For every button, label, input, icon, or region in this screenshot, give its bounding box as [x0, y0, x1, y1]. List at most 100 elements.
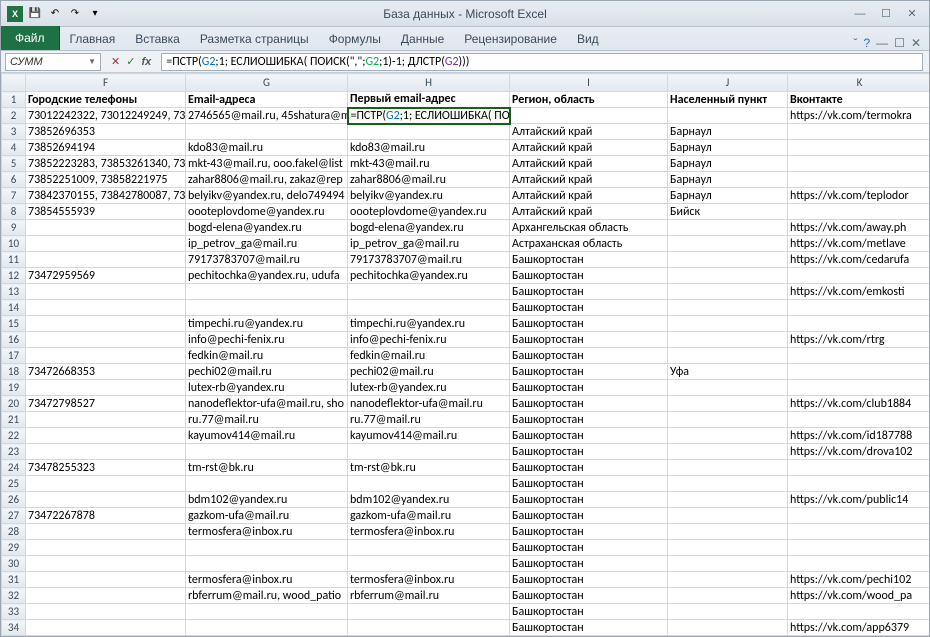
cell-J21[interactable] — [668, 412, 788, 428]
cell-G27[interactable]: gazkom-ufa@mail.ru — [186, 508, 348, 524]
header-cell-F[interactable]: Городские телефоны — [26, 92, 186, 108]
cell-I29[interactable]: Башкортостан — [510, 540, 668, 556]
ribbon-tab-0[interactable]: Главная — [60, 28, 126, 50]
cell-J13[interactable] — [668, 284, 788, 300]
cell-J23[interactable] — [668, 444, 788, 460]
row-header-31[interactable]: 31 — [2, 572, 26, 588]
cell-K31[interactable]: https://vk.com/pechi102 — [788, 572, 930, 588]
cell-G17[interactable]: fedkin@mail.ru — [186, 348, 348, 364]
cell-H5[interactable]: mkt-43@mail.ru — [348, 156, 510, 172]
cell-I31[interactable]: Башкортостан — [510, 572, 668, 588]
cell-K22[interactable]: https://vk.com/id187788 — [788, 428, 930, 444]
cell-F20[interactable]: 73472798527 — [26, 396, 186, 412]
cell-G22[interactable]: kayumov414@mail.ru — [186, 428, 348, 444]
cell-I2[interactable] — [510, 108, 668, 124]
row-header-18[interactable]: 18 — [2, 364, 26, 380]
cell-K11[interactable]: https://vk.com/cedarufa — [788, 252, 930, 268]
ribbon-tab-2[interactable]: Разметка страницы — [190, 28, 319, 50]
cell-F25[interactable] — [26, 476, 186, 492]
cell-J31[interactable] — [668, 572, 788, 588]
cell-J33[interactable] — [668, 604, 788, 620]
cell-H17[interactable]: fedkin@mail.ru — [348, 348, 510, 364]
cell-F11[interactable] — [26, 252, 186, 268]
cell-I19[interactable]: Башкортостан — [510, 380, 668, 396]
col-header-J[interactable]: J — [668, 74, 788, 92]
cell-J5[interactable]: Барнаул — [668, 156, 788, 172]
cell-F4[interactable]: 73852694194 — [26, 140, 186, 156]
cell-K4[interactable] — [788, 140, 930, 156]
cell-G31[interactable]: termosfera@inbox.ru — [186, 572, 348, 588]
cell-I13[interactable]: Башкортостан — [510, 284, 668, 300]
cell-F6[interactable]: 73852251009, 73858221975 — [26, 172, 186, 188]
col-header-H[interactable]: H — [348, 74, 510, 92]
row-header-32[interactable]: 32 — [2, 588, 26, 604]
cell-H10[interactable]: ip_petrov_ga@mail.ru — [348, 236, 510, 252]
cell-K16[interactable]: https://vk.com/rtrg — [788, 332, 930, 348]
cell-F3[interactable]: 73852696353 — [26, 124, 186, 140]
cell-J28[interactable] — [668, 524, 788, 540]
cell-F32[interactable] — [26, 588, 186, 604]
select-all-corner[interactable] — [2, 74, 26, 92]
cell-I6[interactable]: Алтайский край — [510, 172, 668, 188]
cell-H30[interactable] — [348, 556, 510, 572]
cell-J29[interactable] — [668, 540, 788, 556]
cell-G3[interactable] — [186, 124, 348, 140]
cell-I15[interactable]: Башкортостан — [510, 316, 668, 332]
cell-G19[interactable]: lutex-rb@yandex.ru — [186, 380, 348, 396]
cell-J22[interactable] — [668, 428, 788, 444]
header-cell-H[interactable]: Первый email-адрес — [348, 92, 510, 108]
cell-J24[interactable] — [668, 460, 788, 476]
cell-F29[interactable] — [26, 540, 186, 556]
row-header-22[interactable]: 22 — [2, 428, 26, 444]
cell-J7[interactable]: Барнаул — [668, 188, 788, 204]
cell-I10[interactable]: Астраханская область — [510, 236, 668, 252]
ribbon-tab-4[interactable]: Данные — [391, 28, 454, 50]
minimize-ribbon-icon[interactable]: ˇ — [853, 36, 857, 50]
cell-J34[interactable] — [668, 620, 788, 636]
cell-I3[interactable]: Алтайский край — [510, 124, 668, 140]
cell-K20[interactable]: https://vk.com/club1884 — [788, 396, 930, 412]
cell-G32[interactable]: rbferrum@mail.ru, wood_patio — [186, 588, 348, 604]
row-header-33[interactable]: 33 — [2, 604, 26, 620]
row-header-8[interactable]: 8 — [2, 204, 26, 220]
cell-H24[interactable]: tm-rst@bk.ru — [348, 460, 510, 476]
cell-F21[interactable] — [26, 412, 186, 428]
cell-G18[interactable]: pechi02@mail.ru — [186, 364, 348, 380]
cell-H34[interactable] — [348, 620, 510, 636]
cell-H29[interactable] — [348, 540, 510, 556]
cell-I14[interactable]: Башкортостан — [510, 300, 668, 316]
cell-J20[interactable] — [668, 396, 788, 412]
cell-J6[interactable]: Барнаул — [668, 172, 788, 188]
fx-icon[interactable]: fx — [141, 56, 155, 68]
cell-I21[interactable]: Башкортостан — [510, 412, 668, 428]
cell-J10[interactable] — [668, 236, 788, 252]
close-workbook-icon[interactable]: ✕ — [911, 36, 921, 50]
cell-F2[interactable]: 73012242322, 73012249249, 7301 — [26, 108, 186, 124]
cell-G9[interactable]: bogd-elena@yandex.ru — [186, 220, 348, 236]
cell-G26[interactable]: bdm102@yandex.ru — [186, 492, 348, 508]
cell-H26[interactable]: bdm102@yandex.ru — [348, 492, 510, 508]
cell-I34[interactable]: Башкортостан — [510, 620, 668, 636]
cell-F17[interactable] — [26, 348, 186, 364]
cell-G30[interactable] — [186, 556, 348, 572]
cell-J17[interactable] — [668, 348, 788, 364]
row-header-28[interactable]: 28 — [2, 524, 26, 540]
header-cell-J[interactable]: Населенный пункт — [668, 92, 788, 108]
cell-H18[interactable]: pechi02@mail.ru — [348, 364, 510, 380]
cell-H27[interactable]: gazkom-ufa@mail.ru — [348, 508, 510, 524]
cell-G23[interactable] — [186, 444, 348, 460]
cell-H20[interactable]: nanodeflektor-ufa@mail.ru — [348, 396, 510, 412]
cell-G21[interactable]: ru.77@mail.ru — [186, 412, 348, 428]
help-icon[interactable]: ? — [863, 36, 870, 50]
cell-I5[interactable]: Алтайский край — [510, 156, 668, 172]
row-header-29[interactable]: 29 — [2, 540, 26, 556]
row-header-26[interactable]: 26 — [2, 492, 26, 508]
row-header-5[interactable]: 5 — [2, 156, 26, 172]
col-header-K[interactable]: K — [788, 74, 930, 92]
row-header-11[interactable]: 11 — [2, 252, 26, 268]
cell-G11[interactable]: 79173783707@mail.ru — [186, 252, 348, 268]
cell-H15[interactable]: timpechi.ru@yandex.ru — [348, 316, 510, 332]
cell-K29[interactable] — [788, 540, 930, 556]
cell-G24[interactable]: tm-rst@bk.ru — [186, 460, 348, 476]
cell-G28[interactable]: termosfera@inbox.ru — [186, 524, 348, 540]
